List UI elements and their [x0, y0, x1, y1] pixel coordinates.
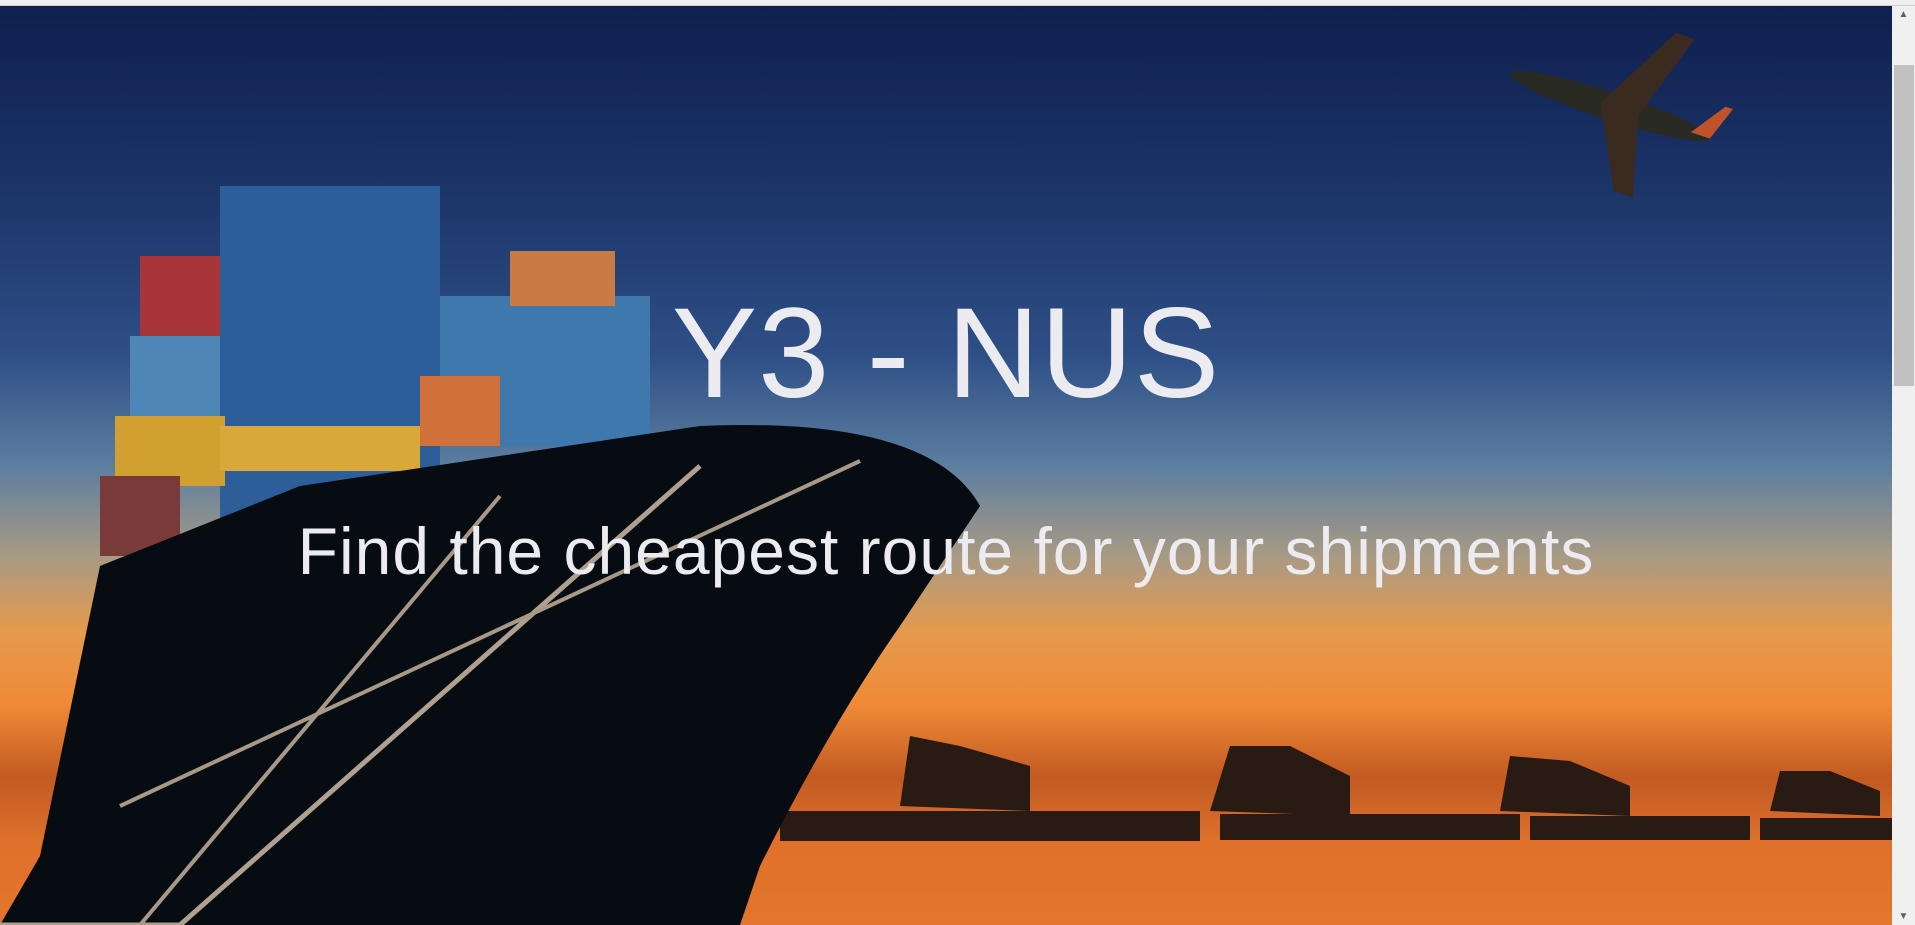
vertical-scrollbar[interactable]: ▲ ▼: [1892, 6, 1915, 925]
port-cranes: [780, 736, 1892, 841]
hero-background-image: [0, 32, 1892, 925]
scroll-down-arrow-icon[interactable]: ▼: [1892, 908, 1915, 925]
airplane: [1510, 32, 1734, 198]
page-title: Y3 - NUS: [671, 282, 1221, 425]
hero-banner: Y3 - NUS Find the cheapest route for you…: [0, 6, 1892, 925]
scrollbar-thumb[interactable]: [1894, 65, 1914, 386]
page-subtitle: Find the cheapest route for your shipmen…: [297, 514, 1595, 588]
scroll-up-arrow-icon[interactable]: ▲: [1892, 6, 1915, 23]
